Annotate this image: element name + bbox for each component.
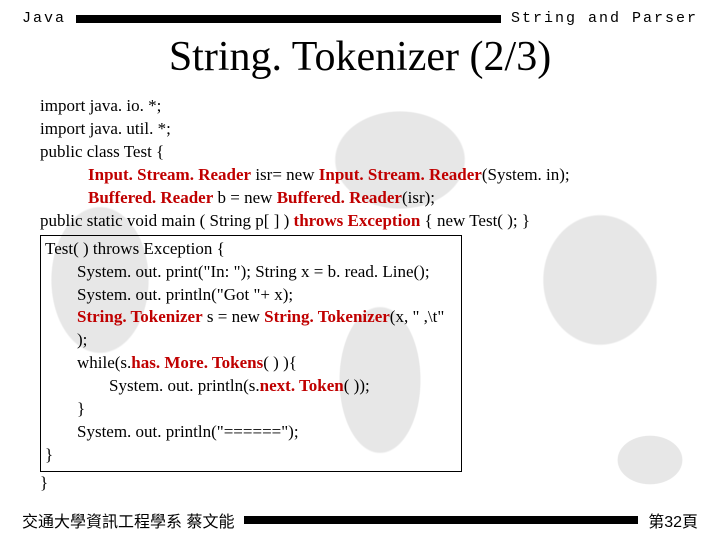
footer-right: 第32頁 xyxy=(648,508,698,532)
code-text: public static void main ( String p[ ] ) xyxy=(40,211,294,230)
code-text: s = new xyxy=(203,307,265,326)
code-text: while(s. xyxy=(77,353,131,372)
code-line: Input. Stream. Reader isr= new Input. St… xyxy=(40,164,680,187)
highlight-box: Test( ) throws Exception { System. out. … xyxy=(40,235,462,472)
code-line: System. out. println("Got "+ x); xyxy=(45,284,455,307)
header-right: String and Parser xyxy=(511,10,698,27)
code-text: { new Test( ); } xyxy=(420,211,530,230)
slide-title: String. Tokenizer (2/3) xyxy=(0,33,720,81)
code-keyword: throws xyxy=(294,211,344,230)
header-rule xyxy=(76,15,501,23)
code-keyword: String. Tokenizer xyxy=(264,307,390,326)
code-line: } xyxy=(45,444,455,467)
code-keyword: Input. Stream. Reader xyxy=(88,165,251,184)
code-text: (System. in); xyxy=(482,165,570,184)
header-bar: Java String and Parser xyxy=(0,0,720,27)
code-line: Buffered. Reader b = new Buffered. Reade… xyxy=(40,187,680,210)
footer-left: 交通大學資訊工程學系 蔡文能 xyxy=(22,508,234,532)
code-line: String. Tokenizer s = new String. Tokeni… xyxy=(45,306,455,352)
code-text: (isr); xyxy=(402,188,435,207)
code-line: public static void main ( String p[ ] ) … xyxy=(40,210,680,233)
slide-content: Java String and Parser String. Tokenizer… xyxy=(0,0,720,495)
code-text: ( )); xyxy=(344,376,370,395)
code-keyword: Input. Stream. Reader xyxy=(319,165,482,184)
footer-rule xyxy=(244,516,638,524)
code-keyword: has. More. Tokens xyxy=(131,353,263,372)
code-line: import java. util. *; xyxy=(40,118,680,141)
code-keyword: Exception xyxy=(348,211,421,230)
code-keyword: Buffered. Reader xyxy=(88,188,213,207)
code-text: b = new xyxy=(213,188,276,207)
header-left: Java xyxy=(22,10,66,27)
code-line: public class Test { xyxy=(40,141,680,164)
code-keyword: Buffered. Reader xyxy=(277,188,402,207)
code-keyword: String. Tokenizer xyxy=(77,307,203,326)
code-keyword: next. Token xyxy=(260,376,344,395)
code-line: } xyxy=(40,472,680,495)
code-block: import java. io. *; import java. util. *… xyxy=(0,95,720,495)
code-line: System. out. println(s.next. Token( )); xyxy=(45,375,455,398)
code-text: ( ) ){ xyxy=(263,353,297,372)
code-line: } xyxy=(45,398,455,421)
code-line: Test( ) throws Exception { xyxy=(45,238,455,261)
code-text: System. out. println(s. xyxy=(109,376,260,395)
code-text: isr= new xyxy=(251,165,319,184)
code-line: while(s.has. More. Tokens( ) ){ xyxy=(45,352,455,375)
code-line: System. out. println("======"); xyxy=(45,421,455,444)
code-line: import java. io. *; xyxy=(40,95,680,118)
footer-bar: 交通大學資訊工程學系 蔡文能 第32頁 xyxy=(0,508,720,532)
code-line: System. out. print("In: "); String x = b… xyxy=(45,261,455,284)
